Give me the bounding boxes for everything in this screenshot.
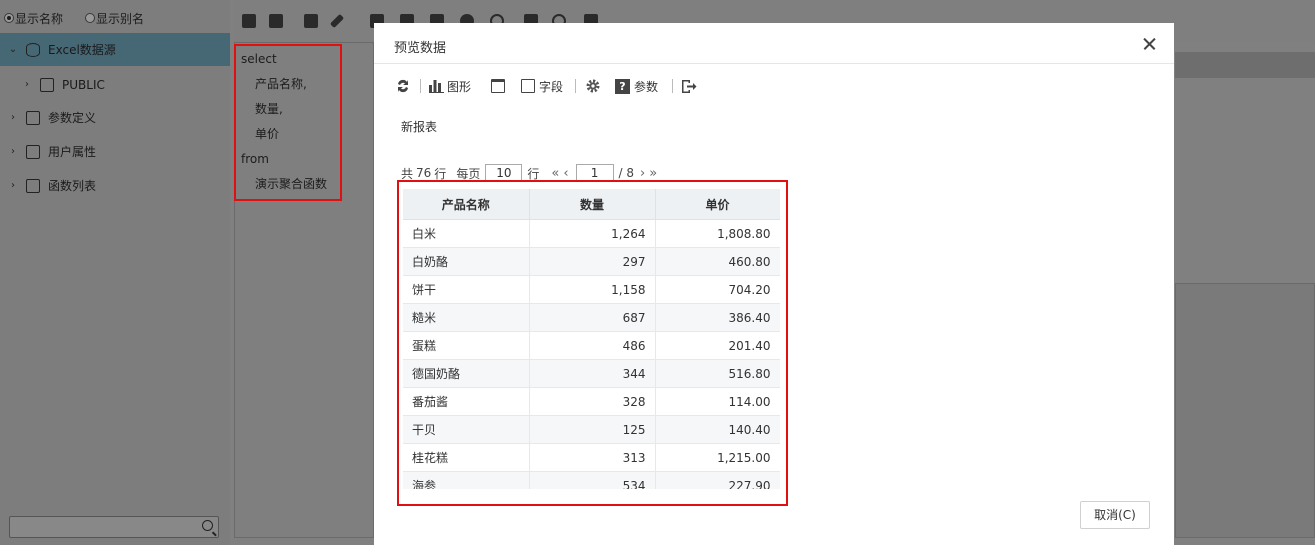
preview-dialog: 预览数据 图形 字段 ? 参数 新报表 共 76 行 每页 10 行 « ‹ 1…: [374, 23, 1174, 545]
toolbar-separator: [672, 79, 673, 93]
field-icon: [521, 79, 535, 93]
save-icon[interactable]: [242, 14, 256, 28]
save-as-icon[interactable]: [269, 14, 283, 28]
right-header-strip: [1175, 52, 1315, 78]
cancel-button[interactable]: 取消(C): [1080, 501, 1150, 529]
chevron-right-icon[interactable]: ›: [22, 79, 32, 90]
brush-icon[interactable]: [329, 13, 345, 29]
tree-item-excel-datasource[interactable]: ⌄ Excel数据源: [0, 33, 230, 66]
right-pane: [1175, 283, 1315, 538]
table-highlight-box: [397, 180, 788, 506]
chevron-right-icon[interactable]: ›: [8, 112, 18, 123]
close-icon[interactable]: [1140, 34, 1160, 54]
parameter-icon: [26, 110, 40, 125]
divider: [374, 63, 1174, 64]
settings-button[interactable]: [585, 76, 601, 96]
toolbar-separator: [575, 79, 576, 93]
layout-icon[interactable]: [304, 14, 318, 28]
parameter-button[interactable]: ? 参数: [615, 76, 658, 96]
gear-icon: [586, 79, 600, 93]
left-panel: 显示名称 显示别名 ⌄ Excel数据源 › PUBLIC › 参数定义 › 用…: [0, 0, 230, 545]
exit-icon: [682, 79, 697, 93]
radio-unchecked-icon: [85, 13, 95, 23]
dialog-title: 预览数据: [394, 41, 447, 56]
search-icon[interactable]: [202, 520, 213, 531]
last-page-icon[interactable]: »: [649, 166, 657, 181]
table-icon: [40, 77, 54, 92]
chevron-right-icon[interactable]: ›: [8, 146, 18, 157]
prev-page-icon[interactable]: ‹: [563, 166, 568, 181]
chevron-right-icon[interactable]: ›: [8, 180, 18, 191]
tree-item-function-list[interactable]: › 函数列表: [0, 169, 230, 202]
total-pages: / 8: [618, 166, 635, 180]
radio-show-name[interactable]: 显示名称: [4, 10, 63, 26]
chart-button[interactable]: 图形: [429, 76, 471, 96]
tree-search-input[interactable]: [9, 516, 219, 538]
bar-chart-icon: [429, 79, 444, 93]
tree-item-public[interactable]: › PUBLIC: [0, 68, 230, 101]
radio-checked-icon: [4, 13, 14, 23]
refresh-button[interactable]: [396, 76, 410, 96]
layout-button[interactable]: [491, 76, 509, 96]
first-page-icon[interactable]: «: [551, 166, 559, 181]
refresh-icon: [398, 79, 408, 93]
sql-highlight-box: [234, 44, 342, 201]
tree-item-parameter-definition[interactable]: › 参数定义: [0, 101, 230, 134]
next-page-icon[interactable]: ›: [640, 166, 645, 181]
field-button[interactable]: 字段: [521, 76, 563, 96]
toolbar-separator: [420, 79, 421, 93]
exit-button[interactable]: [681, 76, 697, 96]
chevron-down-icon[interactable]: ⌄: [8, 44, 18, 55]
layout-icon: [491, 79, 505, 93]
tree-item-user-property[interactable]: › 用户属性: [0, 135, 230, 168]
report-title: 新报表: [401, 120, 438, 134]
user-property-icon: [26, 144, 40, 159]
total-rows: 76: [416, 166, 432, 180]
function-icon: [26, 178, 40, 193]
radio-show-alias[interactable]: 显示别名: [85, 10, 144, 26]
database-icon: [26, 42, 40, 57]
help-icon: ?: [615, 78, 630, 94]
